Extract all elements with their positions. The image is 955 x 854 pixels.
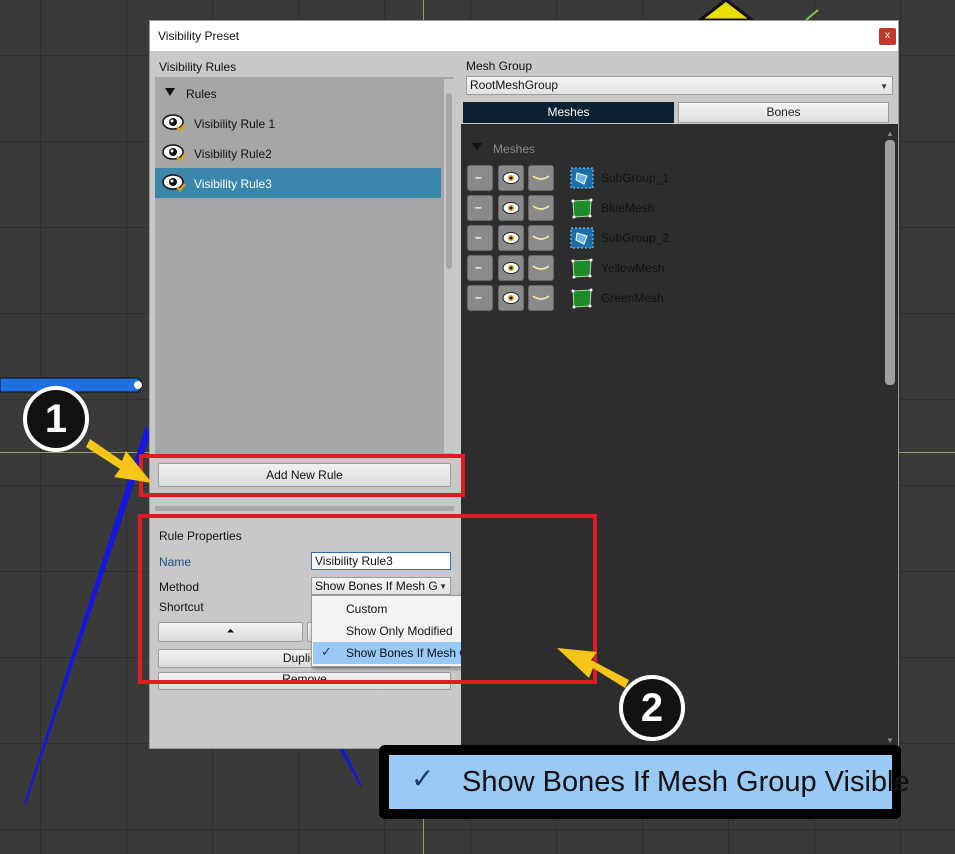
curve-icon <box>532 295 550 300</box>
mesh-name[interactable]: GreenMesh <box>601 291 664 305</box>
eye-icon <box>162 144 186 162</box>
eye-icon <box>502 202 520 214</box>
minus-icon: – <box>475 260 482 274</box>
curve-icon <box>532 175 550 180</box>
curve-icon <box>532 265 550 270</box>
titlebar: Visibility Preset x <box>150 21 898 51</box>
collapse-triangle-icon[interactable] <box>165 88 175 96</box>
zoom-callout-highlight: ✓ Show Bones If Mesh Group Visible <box>389 755 910 809</box>
mesh-icon <box>571 198 593 219</box>
mesh-icon <box>571 288 593 309</box>
rules-scrollbar[interactable] <box>444 79 454 453</box>
chevron-down-icon: ▼ <box>880 82 888 91</box>
meshes-list-header: Meshes <box>493 142 536 156</box>
minus-icon: – <box>475 170 482 184</box>
check-icon: ✓ <box>411 763 435 794</box>
gizmo-line <box>805 9 819 21</box>
mesh-group-select-value: RootMeshGroup <box>470 78 559 92</box>
eye-icon <box>502 232 520 244</box>
highlight-box-add-rule <box>139 454 465 497</box>
mesh-name[interactable]: BlueMesh <box>601 201 654 215</box>
rule-item-label: Visibility Rule 1 <box>194 117 276 131</box>
collapse-triangle-icon[interactable] <box>472 143 482 151</box>
curve-toggle-button[interactable] <box>528 255 554 281</box>
window-title: Visibility Preset <box>158 29 240 43</box>
meshes-scrollbar-thumb[interactable] <box>885 140 895 385</box>
scrollbar-thumb[interactable] <box>446 93 452 269</box>
subgroup-icon <box>570 167 594 189</box>
light-marker <box>695 0 757 22</box>
visibility-toggle-button[interactable] <box>498 195 524 221</box>
tab-bones[interactable]: Bones <box>678 102 889 123</box>
bone-joint <box>134 381 142 389</box>
arrow-icon <box>557 648 629 688</box>
mesh-row: – SubGroup_1 <box>461 163 881 193</box>
rule-item-label: Visibility Rule3 <box>194 177 272 191</box>
curve-icon <box>532 205 550 210</box>
rule-item-2[interactable]: Visibility Rule2 <box>155 138 441 168</box>
scroll-up-arrow-icon[interactable]: ▲ <box>886 129 894 138</box>
hide-toggle-button[interactable]: – <box>467 165 493 191</box>
highlight-box-rule-properties <box>138 514 597 684</box>
mesh-icon <box>571 258 593 279</box>
mesh-row: – YellowMesh <box>461 253 881 283</box>
eye-icon <box>502 172 520 184</box>
minus-icon: – <box>475 230 482 244</box>
step-1-badge: 1 <box>23 386 89 452</box>
eye-icon <box>502 262 520 274</box>
panel-divider <box>155 506 454 511</box>
scroll-down-arrow-icon[interactable]: ▼ <box>886 736 894 745</box>
curve-icon <box>532 235 550 240</box>
mesh-row: – GreenMesh <box>461 283 881 313</box>
bone-shape-diagonal-right <box>340 745 362 786</box>
eye-icon <box>502 292 520 304</box>
mesh-row: – BlueMesh <box>461 193 881 223</box>
rules-list-panel: Rules Visibility Rule 1 Visibility Rule2 <box>155 77 454 455</box>
hide-toggle-button[interactable]: – <box>467 255 493 281</box>
visibility-toggle-button[interactable] <box>498 285 524 311</box>
curve-toggle-button[interactable] <box>528 165 554 191</box>
hide-toggle-button[interactable]: – <box>467 195 493 221</box>
visibility-toggle-button[interactable] <box>498 255 524 281</box>
mesh-group-header: Mesh Group <box>466 59 533 73</box>
mesh-name[interactable]: SubGroup_1 <box>601 171 669 185</box>
mesh-group-select[interactable]: RootMeshGroup ▼ <box>466 76 893 95</box>
rule-item-3[interactable]: Visibility Rule3 <box>155 168 441 198</box>
tab-meshes[interactable]: Meshes <box>463 102 674 123</box>
curve-toggle-button[interactable] <box>528 195 554 221</box>
hide-toggle-button[interactable]: – <box>467 285 493 311</box>
eye-icon <box>162 174 186 192</box>
mesh-row: – SubGroup_2 <box>461 223 881 253</box>
curve-toggle-button[interactable] <box>528 225 554 251</box>
hide-toggle-button[interactable]: – <box>467 225 493 251</box>
rule-item-1[interactable]: Visibility Rule 1 <box>155 108 441 138</box>
minus-icon: – <box>475 200 482 214</box>
eye-icon <box>162 114 186 132</box>
zoom-callout: ✓ Show Bones If Mesh Group Visible <box>379 745 910 819</box>
mesh-name[interactable]: YellowMesh <box>601 261 665 275</box>
curve-toggle-button[interactable] <box>528 285 554 311</box>
subgroup-icon <box>570 227 594 249</box>
zoom-callout-text: Show Bones If Mesh Group Visible <box>462 766 910 798</box>
visibility-toggle-button[interactable] <box>498 225 524 251</box>
rules-tree-root[interactable]: Rules <box>186 87 217 101</box>
visibility-toggle-button[interactable] <box>498 165 524 191</box>
visibility-rules-header: Visibility Rules <box>159 60 237 74</box>
mesh-name[interactable]: SubGroup_2 <box>601 231 669 245</box>
minus-icon: – <box>475 290 482 304</box>
close-button[interactable]: x <box>879 28 896 45</box>
rule-item-label: Visibility Rule2 <box>194 147 272 161</box>
arrow-icon <box>86 439 152 483</box>
